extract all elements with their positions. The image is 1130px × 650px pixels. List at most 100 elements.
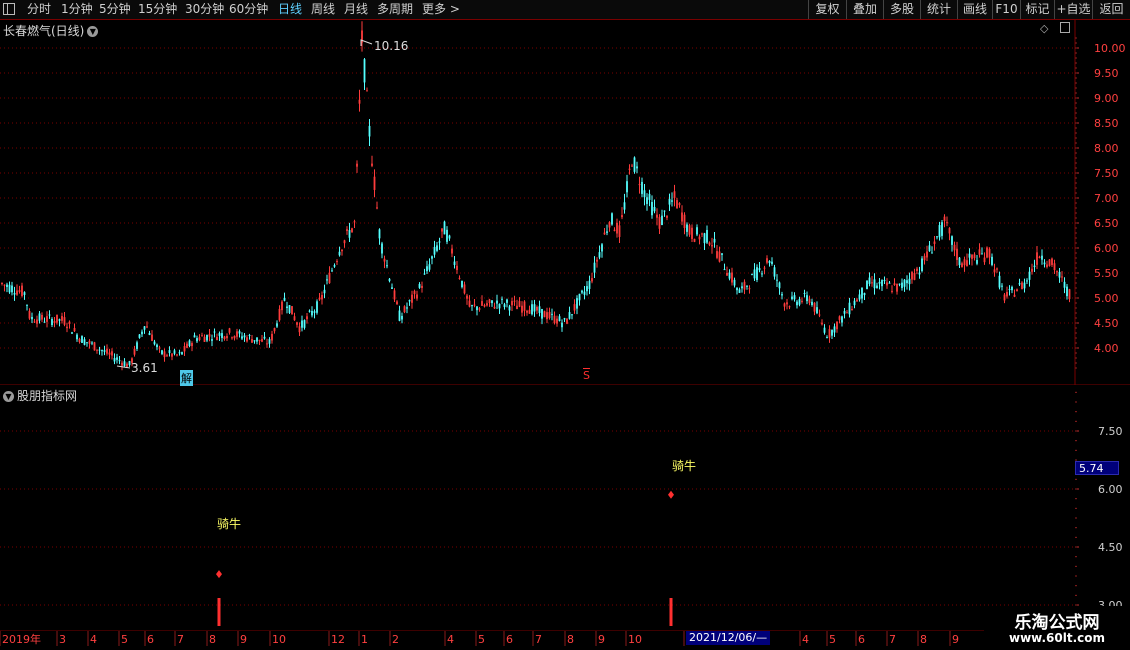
candle-body bbox=[708, 242, 711, 245]
y-tick-label: 8.50 bbox=[1094, 117, 1119, 130]
candle-body bbox=[636, 166, 638, 169]
candle-body bbox=[806, 295, 808, 302]
statistics-button[interactable]: 统计 bbox=[920, 0, 957, 19]
diamond-icon[interactable]: ◇ bbox=[1040, 22, 1048, 35]
draw-line-button[interactable]: 画线 bbox=[957, 0, 992, 19]
candle-body bbox=[843, 310, 846, 314]
candle-body bbox=[108, 352, 111, 355]
period-tab-daily[interactable]: 日线 bbox=[278, 2, 302, 17]
period-tab-15min[interactable]: 15分钟 bbox=[138, 2, 177, 17]
candle-body bbox=[931, 252, 933, 254]
candle-body bbox=[558, 316, 561, 322]
period-tab-multi[interactable]: 多周期 bbox=[377, 2, 413, 17]
candle-body bbox=[83, 339, 86, 345]
candle-body bbox=[586, 286, 588, 292]
candle-body bbox=[1068, 289, 1071, 300]
candle-body bbox=[581, 290, 583, 293]
period-tab-60min[interactable]: 60分钟 bbox=[229, 2, 268, 17]
candle-body bbox=[343, 240, 346, 244]
period-tab-monthly[interactable]: 月线 bbox=[344, 2, 368, 17]
indicator-options-icon[interactable]: ▼ bbox=[3, 391, 14, 402]
low-pointer bbox=[116, 365, 131, 369]
candle-body bbox=[151, 334, 153, 341]
mark-button[interactable]: 标记 bbox=[1020, 0, 1054, 19]
candle-body bbox=[841, 316, 843, 323]
indicator-chart[interactable]: 7.506.004.503.001.50 bbox=[0, 385, 1130, 630]
candle-body bbox=[886, 282, 888, 286]
time-tick-label: 6 bbox=[147, 633, 154, 646]
period-tab-intraday[interactable]: 分时 bbox=[27, 2, 51, 17]
overlay-button[interactable]: 叠加 bbox=[846, 0, 883, 19]
candle-body bbox=[51, 318, 53, 326]
f10-button[interactable]: F10 bbox=[992, 0, 1020, 19]
candle-body bbox=[823, 327, 826, 333]
y-tick-label: 8.00 bbox=[1094, 142, 1119, 155]
period-tab-5min[interactable]: 5分钟 bbox=[99, 2, 131, 17]
candle-body bbox=[448, 235, 451, 239]
sidebar-toggle-icon[interactable] bbox=[3, 3, 15, 15]
candle-body bbox=[493, 306, 496, 309]
candle-body bbox=[66, 326, 68, 329]
candle-body bbox=[106, 348, 108, 354]
back-button[interactable]: 返回 bbox=[1092, 0, 1130, 19]
candle-body bbox=[941, 222, 943, 236]
candle-body bbox=[793, 295, 796, 300]
period-tab-1min[interactable]: 1分钟 bbox=[61, 2, 93, 17]
candle-body bbox=[566, 318, 568, 324]
candle-body bbox=[898, 283, 901, 285]
candle-body bbox=[718, 251, 721, 262]
time-tick-label: 8 bbox=[209, 633, 216, 646]
y-tick-label: 4.50 bbox=[1094, 317, 1119, 330]
candle-body bbox=[438, 241, 441, 243]
candle-body bbox=[183, 346, 186, 352]
unlock-marker[interactable]: 解 bbox=[180, 370, 193, 386]
candle-body bbox=[208, 334, 211, 337]
candle-body bbox=[533, 304, 536, 312]
sell-marker[interactable]: S bbox=[583, 369, 590, 382]
price-chart[interactable]: 10.00 9.50 9.00 8.50 8.00 7.50 7.00 6.50 6.00 5.5… bbox=[0, 20, 1130, 385]
candle-body bbox=[141, 331, 143, 335]
candle-body bbox=[348, 230, 351, 238]
candle-body bbox=[1053, 263, 1056, 271]
candle-body bbox=[1011, 286, 1013, 291]
candle-body bbox=[258, 339, 261, 341]
time-tick-label: 2 bbox=[392, 633, 399, 646]
candle-body bbox=[603, 232, 606, 235]
panel-toggle-icon[interactable] bbox=[1060, 22, 1070, 33]
candle-body bbox=[431, 256, 433, 259]
more-periods-button[interactable]: 更多 > bbox=[422, 2, 460, 17]
multi-stock-button[interactable]: 多股 bbox=[883, 0, 920, 19]
candle-body bbox=[243, 335, 246, 338]
time-tick-label: 10 bbox=[272, 633, 286, 646]
add-watchlist-button[interactable]: +自选 bbox=[1054, 0, 1092, 19]
period-tab-weekly[interactable]: 周线 bbox=[311, 2, 335, 17]
candle-body bbox=[441, 228, 443, 232]
candle-body bbox=[241, 336, 243, 339]
candle-body bbox=[601, 244, 603, 252]
candle-body bbox=[1026, 280, 1028, 282]
candle-body bbox=[503, 304, 506, 308]
candle-body bbox=[911, 272, 913, 280]
candle-body bbox=[456, 265, 458, 271]
candle-body bbox=[123, 361, 126, 366]
candle-body bbox=[416, 294, 418, 299]
candle-body bbox=[28, 311, 31, 319]
adjust-rights-button[interactable]: 复权 bbox=[808, 0, 846, 19]
y-tick-label: 6.50 bbox=[1094, 217, 1119, 230]
period-tab-30min[interactable]: 30分钟 bbox=[185, 2, 224, 17]
candle-body bbox=[46, 316, 48, 322]
time-tick-label: 8 bbox=[567, 633, 574, 646]
chart-options-icon[interactable]: ▼ bbox=[87, 26, 99, 37]
candle-body bbox=[126, 363, 128, 367]
candle-body bbox=[1056, 271, 1058, 273]
candle-body bbox=[691, 227, 693, 239]
candle-body bbox=[968, 253, 971, 258]
time-tick-label: 2019年 bbox=[2, 632, 41, 646]
candle-body bbox=[788, 306, 791, 308]
candle-body bbox=[991, 256, 993, 265]
candle-body bbox=[13, 292, 16, 295]
y-tick-label: 6.00 bbox=[1094, 242, 1119, 255]
candle-body bbox=[591, 278, 593, 282]
candle-body bbox=[491, 300, 493, 304]
candle-body bbox=[696, 227, 698, 235]
